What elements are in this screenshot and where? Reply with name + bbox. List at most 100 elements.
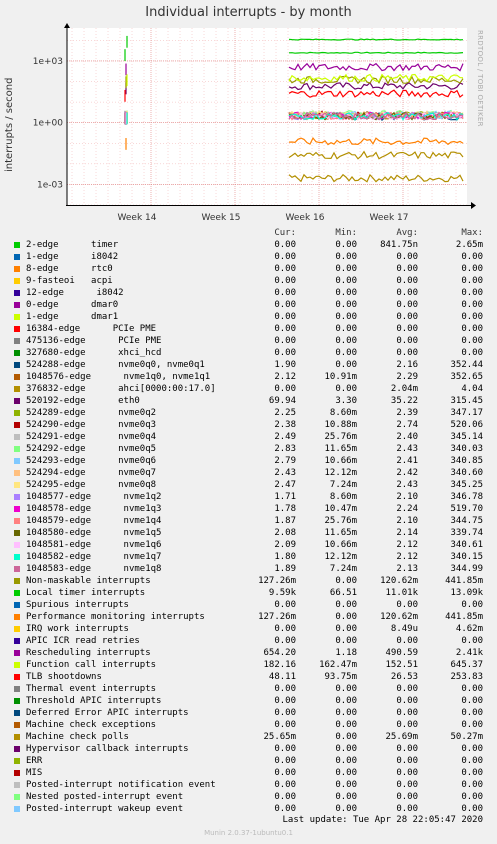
legend-min: 10.47m [324, 504, 357, 514]
legend-row: 475136-edge PCIe PME 0.00 0.00 0.00 0.00 [0, 335, 497, 347]
legend-label: 524292-edge nvme0q5 [26, 444, 157, 454]
legend-min: 7.24m [329, 480, 357, 490]
legend-cur: 1.89 [274, 564, 296, 574]
legend-row: Nested posted-interrupt event 0.00 0.00 0.0… [0, 791, 497, 803]
legend-min: 0.00 [335, 576, 357, 586]
legend-label: Posted-interrupt wakeup event [26, 804, 184, 814]
legend-max: 344.75 [450, 516, 483, 526]
legend-min: 0.00 [335, 276, 357, 286]
legend-max: 315.45 [450, 396, 483, 406]
legend-cur: 25.65m [263, 732, 296, 742]
y-tick-label: 1e+00 [33, 119, 64, 129]
legend-row: Local timer interrupts 9.59k 66.51 11.01k 13… [0, 587, 497, 599]
legend-avg: 2.04m [390, 384, 418, 394]
legend-row: Rescheduling interrupts 654.20 1.18 490.59 2… [0, 647, 497, 659]
legend-swatch [14, 674, 20, 680]
legend-max: 0.00 [461, 792, 483, 802]
legend-label: Performance monitoring interrupts [26, 612, 205, 622]
legend-max: 345.14 [450, 432, 483, 442]
legend-label: 1048578-edge nvme1q3 [26, 504, 162, 514]
legend-swatch [14, 362, 20, 368]
legend-max: 645.37 [450, 660, 483, 670]
legend-avg: 2.29 [396, 372, 418, 382]
legend-swatch [14, 410, 20, 416]
legend-max: 0.00 [461, 336, 483, 346]
legend-row: 524292-edge nvme0q5 2.83 11.65m 2.43 340.03 [0, 443, 497, 455]
legend-label: 524289-edge nvme0q2 [26, 408, 157, 418]
legend-cur: 1.80 [274, 552, 296, 562]
legend-avg: 0.00 [396, 768, 418, 778]
legend-swatch [14, 686, 20, 692]
legend-max: 519.70 [450, 504, 483, 514]
legend-avg: 2.74 [396, 420, 418, 430]
legend-label: APIC ICR read retries [26, 636, 140, 646]
legend-swatch [14, 254, 20, 260]
legend-min: 0.00 [335, 708, 357, 718]
legend-cur: 2.79 [274, 456, 296, 466]
legend-min: 0.00 [335, 720, 357, 730]
legend-swatch [14, 302, 20, 308]
legend-cur: 127.26m [258, 612, 296, 622]
legend-avg: 8.49u [390, 624, 418, 634]
legend-cur: 2.83 [274, 444, 296, 454]
legend-avg: 0.00 [396, 276, 418, 286]
legend-min: 0.00 [335, 300, 357, 310]
legend-avg: 0.00 [396, 252, 418, 262]
legend-swatch [14, 290, 20, 296]
legend-avg: 0.00 [396, 708, 418, 718]
legend-label: IRQ work interrupts [26, 624, 129, 634]
legend-swatch [14, 446, 20, 452]
legend-min: 93.75m [324, 672, 357, 682]
legend-avg: 152.51 [385, 660, 418, 670]
legend-swatch [14, 662, 20, 668]
legend-cur: 127.26m [258, 576, 296, 586]
x-tick-labels: Week 14 Week 15 Week 16 Week 17 [118, 213, 409, 223]
legend-cur: 0.00 [274, 240, 296, 250]
legend-avg: 0.00 [396, 336, 418, 346]
legend-row: 8-edge rtc0 0.00 0.00 0.00 0.00 [0, 263, 497, 275]
legend-max: 0.00 [461, 288, 483, 298]
legend-cur: 0.00 [274, 744, 296, 754]
legend-label: 1048580-edge nvme1q5 [26, 528, 162, 538]
legend-label: 524295-edge nvme0q8 [26, 480, 157, 490]
legend-min: 0.00 [335, 324, 357, 334]
legend-label: 475136-edge PCIe PME [26, 336, 162, 346]
legend-cur: 0.00 [274, 336, 296, 346]
legend-min: 8.60m [329, 492, 357, 502]
legend-avg: 120.62m [380, 612, 418, 622]
legend-row: 1048579-edge nvme1q4 1.87 25.76m 2.10 344.75 [0, 515, 497, 527]
legend-avg: 35.22 [390, 396, 418, 406]
legend-cur: 0.00 [274, 768, 296, 778]
legend-swatch [14, 794, 20, 800]
legend-avg: 2.40 [396, 432, 418, 442]
legend-cur: 0.00 [274, 708, 296, 718]
legend-row: 524291-edge nvme0q4 2.49 25.76m 2.40 345.14 [0, 431, 497, 443]
legend-cur: 2.08 [274, 528, 296, 538]
legend-max: 4.62m [455, 624, 483, 634]
legend-cur: 2.12 [274, 372, 296, 382]
legend-swatch [14, 734, 20, 740]
legend-row: 12-edge i8042 0.00 0.00 0.00 0.00 [0, 287, 497, 299]
legend-cur: 0.00 [274, 312, 296, 322]
legend-swatch [14, 350, 20, 356]
legend-swatch [14, 518, 20, 524]
legend-max: 344.99 [450, 564, 483, 574]
legend-max: 345.25 [450, 480, 483, 490]
series-line-0 [288, 51, 464, 54]
legend-cur: 69.94 [268, 396, 296, 406]
legend-row: ERR 0.00 0.00 0.00 0.00 [0, 755, 497, 767]
x-tick-label: Week 15 [202, 213, 241, 223]
legend-cur: 0.00 [274, 792, 296, 802]
legend-cur: 2.43 [274, 468, 296, 478]
legend-min: 10.91m [324, 372, 357, 382]
legend-max: 253.83 [450, 672, 483, 682]
legend-label: 524288-edge nvme0q0, nvme0q1 [26, 360, 205, 370]
legend-cur: 654.20 [263, 648, 296, 658]
legend-cur: 182.16 [263, 660, 296, 670]
legend-swatch [14, 782, 20, 788]
legend-min: 0.00 [335, 780, 357, 790]
legend-row: Performance monitoring interrupts 127.26m… [0, 611, 497, 623]
x-axis-arrow [471, 202, 476, 209]
legend-row: 524295-edge nvme0q8 2.47 7.24m 2.43 345.25 [0, 479, 497, 491]
legend-avg: 0.00 [396, 324, 418, 334]
